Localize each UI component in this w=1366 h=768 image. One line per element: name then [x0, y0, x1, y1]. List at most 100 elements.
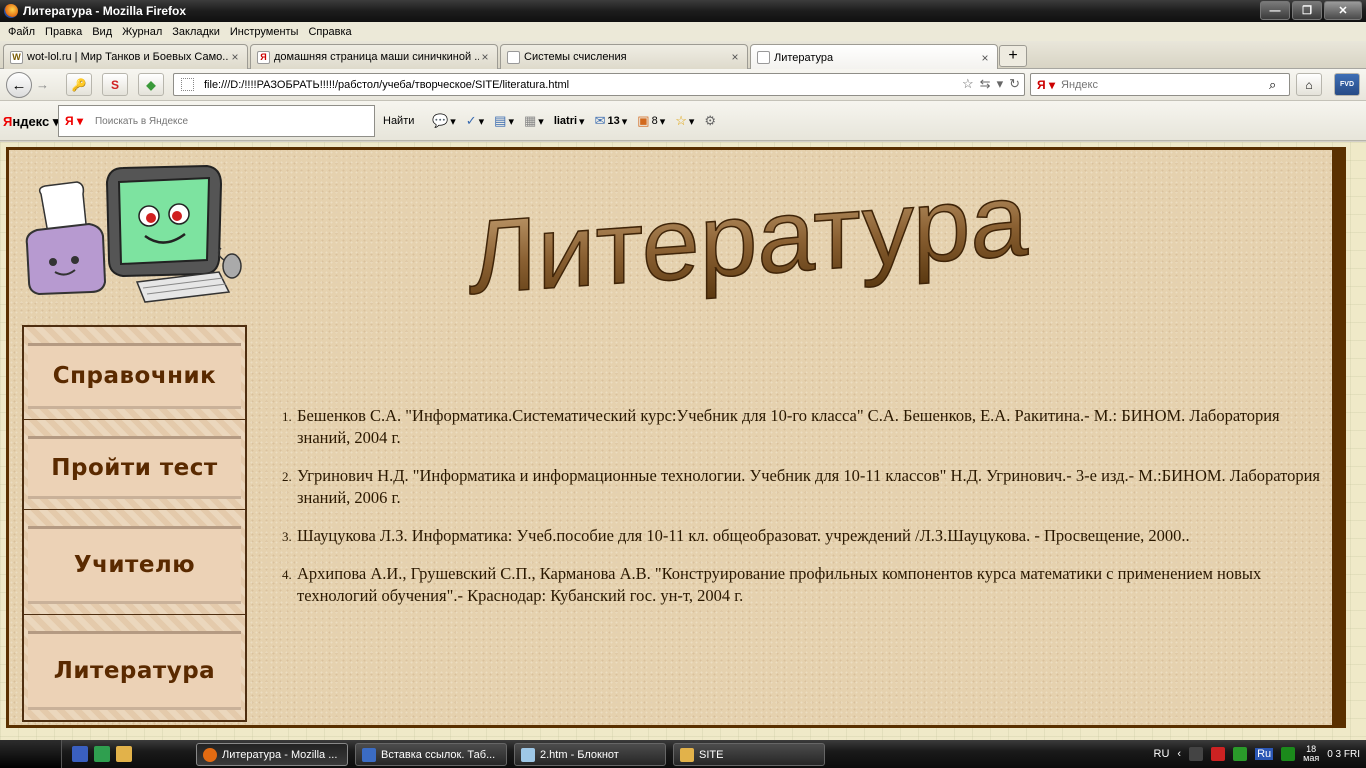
firefox-icon [4, 4, 18, 18]
bibliography-item: Угринович Н.Д. "Информатика и информацио… [295, 465, 1322, 509]
tab-title: Литература [774, 51, 834, 64]
tab-title: wot-lol.ru | Мир Танков и Боевых Само... [27, 51, 229, 63]
speech-bubble-button[interactable]: 💬 ▾ [432, 113, 456, 129]
desktop-icon[interactable] [72, 746, 88, 762]
translate-page-icon: ▤ [494, 113, 507, 128]
tab-wot-lol[interactable]: W wot-lol.ru | Мир Танков и Боевых Само.… [3, 44, 248, 69]
maximize-button[interactable]: ❐ [1292, 1, 1322, 20]
network-icon[interactable] [1189, 747, 1204, 761]
page-frame: Литература Справочник Пройти тест Учител… [6, 147, 1346, 728]
antivirus-icon[interactable] [1211, 747, 1226, 761]
nav-item-literature[interactable]: Литература [24, 615, 245, 720]
bookmarks-icon: ▦ [523, 113, 537, 128]
settings-button[interactable]: ⚙ [704, 113, 716, 129]
tab-number-systems[interactable]: Системы счисления × [500, 44, 748, 69]
back-button[interactable]: ← [6, 72, 32, 98]
notifications-button[interactable]: ▣ 8 ▾ [637, 113, 665, 129]
menu-help[interactable]: Справка [308, 26, 351, 38]
nav-label-teacher: Учителю [28, 526, 241, 604]
page-icon [507, 50, 520, 64]
task-site-folder[interactable]: SITE [673, 743, 825, 766]
tray-app-icon[interactable] [1233, 747, 1248, 761]
tray-language[interactable]: Ru [1255, 748, 1274, 760]
tab-close-icon[interactable]: × [979, 51, 991, 65]
yandex-search-input[interactable] [94, 115, 374, 127]
s-button[interactable]: S [102, 73, 128, 96]
bibliography-item: Архипова А.И., Грушевский С.П., Карманов… [295, 563, 1322, 607]
url-bar[interactable]: file:///D:/!!!!РАЗОБРАТЬ!!!!!/рабстол/уч… [173, 73, 1025, 96]
start-button[interactable] [0, 740, 62, 768]
addon-button[interactable]: ◆ [138, 73, 164, 96]
nav-label-literature: Литература [28, 631, 241, 710]
tools-button[interactable]: 🔑 [66, 73, 92, 96]
search-bar[interactable]: Я ▾ ⌕ [1030, 73, 1290, 96]
dropdown-arrow-icon[interactable]: ▾ [997, 76, 1004, 92]
tab-close-icon[interactable]: × [729, 50, 741, 64]
computer-mascot-image [25, 164, 242, 303]
mail-button[interactable]: ✉ 13 ▾ [595, 113, 628, 129]
firefox-icon [203, 747, 217, 762]
folder-icon[interactable] [116, 746, 132, 762]
fvd-button[interactable]: FVD [1334, 73, 1360, 96]
translate-icon[interactable]: ⇆ [980, 76, 991, 92]
close-window-button[interactable]: ✕ [1324, 1, 1362, 20]
translate-button[interactable]: ▤ ▾ [494, 113, 514, 129]
window-title: Литература - Mozilla Firefox [23, 4, 187, 18]
window-titlebar[interactable]: Литература - Mozilla Firefox — ❐ ✕ [0, 0, 1366, 22]
user-menu[interactable]: liatri ▾ [554, 115, 585, 128]
browser-icon[interactable] [94, 746, 110, 762]
search-icon[interactable]: ⌕ [1269, 77, 1289, 93]
bibliography-item: Шауцукова Л.З. Информатика: Учеб.пособие… [295, 525, 1322, 547]
yandex-search-box[interactable]: Я ▾ [58, 105, 375, 137]
quick-launch [72, 746, 132, 762]
reload-icon[interactable]: ↻ [1009, 76, 1020, 92]
folder-icon [680, 747, 694, 762]
tab-home-page[interactable]: Я домашняя страница маши синичкиной ... … [250, 44, 498, 69]
task-notepad[interactable]: 2.htm - Блокнот [514, 743, 666, 766]
home-button[interactable]: ⌂ [1296, 73, 1322, 96]
menu-tools[interactable]: Инструменты [230, 26, 299, 38]
yandex-small-icon: Я ▾ [65, 114, 83, 128]
taskbar: Литература - Mozilla ... Вставка ссылок.… [0, 740, 1366, 768]
menu-view[interactable]: Вид [92, 26, 112, 38]
page-heading: Литература [468, 162, 1029, 312]
search-input[interactable] [1061, 78, 1269, 91]
notepad-icon [521, 747, 535, 762]
back-arrow-icon: ← [11, 76, 27, 94]
menu-bookmarks[interactable]: Закладки [172, 26, 220, 38]
menu-history[interactable]: Журнал [122, 26, 162, 38]
url-text: file:///D:/!!!!РАЗОБРАТЬ!!!!!/рабстол/уч… [204, 78, 570, 91]
favorites-button[interactable]: ☆ ▾ [675, 113, 694, 129]
task-firefox[interactable]: Литература - Mozilla ... [196, 743, 348, 766]
forward-button[interactable]: → [36, 77, 49, 92]
page-identity-icon [181, 78, 194, 91]
battery-icon[interactable] [1281, 747, 1296, 761]
clock[interactable]: 18 мая [1303, 745, 1319, 763]
yandex-find-button[interactable]: Найти [383, 115, 414, 127]
bookmark-star-icon[interactable]: ☆ [962, 76, 974, 92]
language-indicator[interactable]: RU [1154, 748, 1170, 760]
menu-edit[interactable]: Правка [45, 26, 82, 38]
minimize-button[interactable]: — [1260, 1, 1290, 20]
yandex-logo[interactable]: Яндекс ▾ [3, 114, 59, 130]
navigation-bar: ← → 🔑 S ◆ file:///D:/!!!!РАЗОБРАТЬ!!!!!/… [0, 69, 1366, 101]
spellcheck-icon: ✓ [465, 113, 477, 128]
nav-item-reference[interactable]: Справочник [24, 327, 245, 420]
tab-literature[interactable]: Литература × [750, 44, 998, 70]
yandex-engine-icon[interactable]: Я ▾ [1031, 78, 1061, 92]
new-tab-button[interactable]: + [999, 45, 1027, 67]
tab-bar: W wot-lol.ru | Мир Танков и Боевых Само.… [0, 41, 1366, 70]
spellcheck-button[interactable]: ✓ ▾ [466, 113, 484, 129]
tray-expand-icon[interactable]: ‹ [1177, 748, 1181, 760]
tab-close-icon[interactable]: × [229, 50, 241, 64]
system-tray: RU ‹ Ru 18 мая 0 3 FRI [1148, 740, 1366, 768]
key-icon: 🔑 [71, 77, 87, 92]
bibliography: Бешенков С.А. "Информатика.Систематическ… [277, 405, 1322, 623]
nav-item-teacher[interactable]: Учителю [24, 510, 245, 615]
bookmarks-button[interactable]: ▦ ▾ [524, 113, 544, 129]
task-word[interactable]: Вставка ссылок. Таб... [355, 743, 507, 766]
mail-icon: ✉ [594, 113, 606, 128]
nav-item-take-test[interactable]: Пройти тест [24, 420, 245, 510]
menu-file[interactable]: Файл [8, 26, 35, 38]
tab-close-icon[interactable]: × [479, 50, 491, 64]
